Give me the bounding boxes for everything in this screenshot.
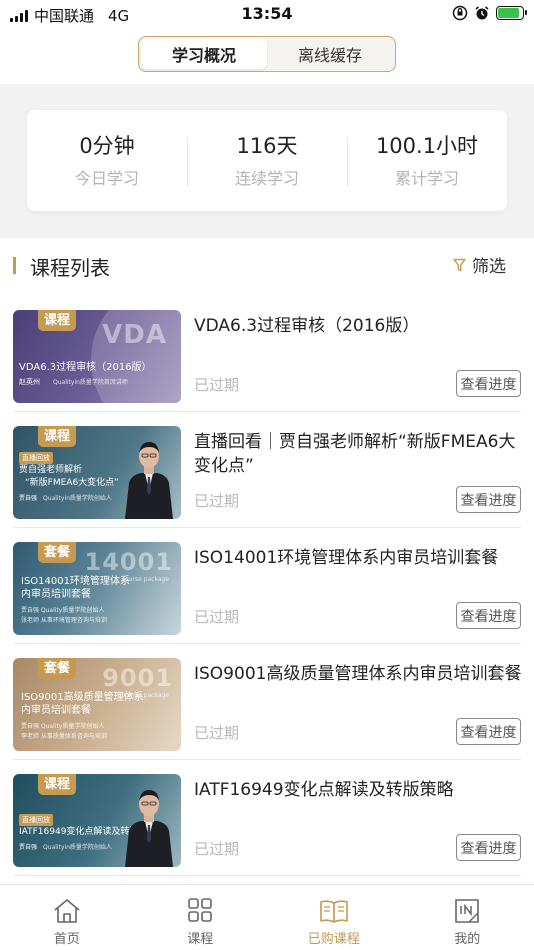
course-thumbnail[interactable]: 课程 直播回放 贾自强老师解析 “新版FMEA6大变化点” 贾自强 Qualit…	[13, 426, 181, 519]
course-thumbnail[interactable]: 套餐 9001 course package ISO9001高级质量管理体系 内…	[13, 658, 181, 751]
thumb-logo-text: 14001	[84, 548, 173, 576]
view-progress-button[interactable]: 查看进度	[456, 834, 521, 861]
thumb-live-badge: 直播回放	[19, 814, 53, 826]
stat-total-value: 100.1小时	[375, 133, 479, 158]
status-bar: 中国联通 4G 13:54	[0, 0, 534, 28]
view-segment-control: 学习概况 离线缓存	[138, 36, 396, 72]
thumb-teacher: 李老师 从事质量体系咨询与培训	[21, 733, 107, 740]
thumb-logo-text: 9001	[102, 664, 173, 692]
thumb-teacher: 张老师 从事环境管理咨询与培训	[21, 617, 107, 624]
view-progress-button[interactable]: 查看进度	[456, 718, 521, 745]
thumb-subtitle: 内审员培训套餐	[21, 589, 91, 600]
course-thumbnail[interactable]: 套餐 14001 course package ISO14001环境管理体系 内…	[13, 542, 181, 635]
course-tag: 课程	[38, 774, 77, 795]
list-item[interactable]: 课程 直播回放 IATF16949变化点解读及转版策略 贾自强 Qualityi…	[0, 760, 534, 876]
thumb-teacher: 贾自强	[19, 844, 38, 851]
tab-home[interactable]: 首页	[0, 885, 134, 950]
stat-total: 100.1小时 累计学习	[347, 133, 507, 189]
course-status: 已过期	[194, 724, 240, 742]
stat-total-label: 累计学习	[394, 168, 459, 188]
teacher-photo	[125, 790, 173, 867]
course-title[interactable]: 直播回看｜贾自强老师解析“新版FMEA6大变化点”	[194, 430, 524, 478]
thumb-subtitle: “新版FMEA6大变化点”	[25, 478, 119, 488]
tab-label: 已购课程	[307, 932, 360, 947]
thumb-live-badge: 直播回放	[19, 452, 53, 464]
stat-streak-label: 连续学习	[234, 168, 299, 188]
tab-courses[interactable]: 课程	[134, 885, 268, 950]
list-item[interactable]: 套餐 14001 course package ISO14001环境管理体系 内…	[0, 528, 534, 644]
book-icon	[319, 900, 348, 923]
view-progress-button[interactable]: 查看进度	[456, 602, 521, 629]
thumb-teacher: 贾自强	[19, 495, 38, 502]
list-item[interactable]: 课程 VDA VDA6.3过程审核（2016版） 赵英州 Qualityin质量…	[0, 296, 534, 412]
battery-icon	[496, 6, 527, 20]
filter-icon	[453, 258, 466, 271]
profile-icon	[455, 899, 480, 923]
course-status: 已过期	[194, 840, 240, 858]
view-progress-button[interactable]: 查看进度	[456, 370, 521, 397]
tab-label: 首页	[53, 932, 80, 947]
thumb-teacher-title: Qualityin质量学院创始人	[43, 495, 112, 502]
course-title[interactable]: VDA6.3过程审核（2016版）	[194, 314, 524, 338]
course-title[interactable]: ISO9001高级质量管理体系内审员培训套餐	[194, 662, 524, 686]
tab-purchased-courses[interactable]: 已购课程	[267, 885, 401, 950]
thumb-title: ISO9001高级质量管理体系	[21, 692, 144, 703]
course-tag: 课程	[38, 426, 77, 447]
filter-label: 筛选	[472, 257, 506, 277]
thumb-teacher-title: Qualityin质量学院首席讲师	[53, 379, 128, 386]
home-icon	[54, 899, 80, 923]
stat-today-label: 今日学习	[74, 168, 139, 188]
tab-offline-cache[interactable]: 离线缓存	[267, 39, 393, 69]
thumb-title: 贾自强老师解析	[19, 465, 83, 475]
course-thumbnail[interactable]: 课程 直播回放 IATF16949变化点解读及转版策略 贾自强 Qualityi…	[13, 774, 181, 867]
filter-button[interactable]: 筛选	[453, 252, 506, 277]
stat-today: 0分钟 今日学习	[27, 133, 187, 189]
teacher-photo	[125, 442, 173, 519]
list-item[interactable]: 套餐 9001 course package ISO9001高级质量管理体系 内…	[0, 644, 534, 760]
course-tag: 套餐	[38, 658, 77, 679]
thumb-subtitle: 内审员培训套餐	[21, 705, 91, 716]
course-thumbnail[interactable]: 课程 VDA VDA6.3过程审核（2016版） 赵英州 Qualityin质量…	[13, 310, 181, 403]
tab-study-overview[interactable]: 学习概况	[141, 39, 267, 69]
thumb-teacher-title: Qualityin质量学院创始人	[43, 844, 112, 851]
tab-label: 我的	[454, 932, 481, 947]
divider	[13, 875, 521, 876]
thumb-teacher: 赵英州	[19, 378, 40, 386]
course-tag: 套餐	[38, 542, 77, 563]
course-title[interactable]: IATF16949变化点解读及转版策略	[194, 778, 524, 802]
stat-streak: 116天 连续学习	[187, 133, 347, 189]
tab-label: 课程	[187, 932, 214, 947]
view-progress-button[interactable]: 查看进度	[456, 486, 521, 513]
thumb-title: VDA6.3过程审核（2016版）	[19, 362, 152, 373]
stat-today-value: 0分钟	[79, 133, 135, 158]
course-list-header: 课程列表 筛选	[0, 248, 534, 284]
course-status: 已过期	[194, 492, 240, 510]
thumb-logo-text: VDA	[102, 320, 167, 350]
alarm-icon	[475, 6, 489, 20]
stat-streak-value: 116天	[236, 133, 298, 158]
course-status: 已过期	[194, 608, 240, 626]
course-status: 已过期	[194, 376, 240, 394]
bottom-tab-bar: 首页 课程 已购课程 我的	[0, 884, 534, 950]
study-stats-card: 0分钟 今日学习 116天 连续学习 100.1小时 累计学习	[27, 110, 507, 211]
tab-profile[interactable]: 我的	[401, 885, 534, 950]
thumb-title: ISO14001环境管理体系	[21, 576, 130, 587]
course-title[interactable]: ISO14001环境管理体系内审员培训套餐	[194, 546, 524, 570]
course-tag: 课程	[38, 310, 77, 331]
list-item[interactable]: 课程 直播回放 贾自强老师解析 “新版FMEA6大变化点” 贾自强 Qualit…	[0, 412, 534, 528]
grid-icon	[188, 898, 213, 922]
section-accent-bar	[13, 257, 16, 274]
section-title: 课程列表	[30, 256, 110, 280]
orientation-lock-icon	[452, 5, 468, 21]
